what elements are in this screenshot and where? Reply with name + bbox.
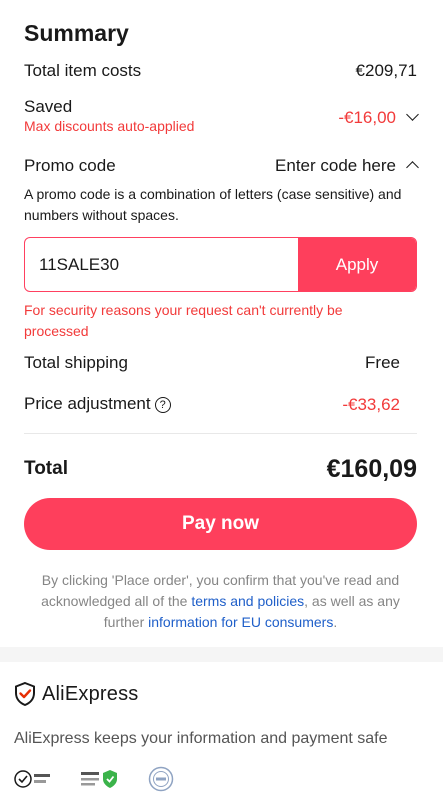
total-item-costs-value: €209,71 <box>355 61 417 80</box>
price-adjustment-label: Price adjustment <box>24 394 151 413</box>
order-disclaimer: By clicking 'Place order', you confirm t… <box>24 570 417 633</box>
promo-code-input[interactable] <box>25 238 299 291</box>
saved-label: Saved <box>24 97 73 116</box>
security-badges <box>14 766 202 792</box>
error-message: For security reasons your request can't … <box>24 302 343 339</box>
shield-check-icon <box>15 682 35 706</box>
promo-code-toggle[interactable]: Enter code here <box>275 156 419 176</box>
divider <box>24 433 417 434</box>
security-badge-icon <box>14 770 50 788</box>
chevron-down-icon <box>406 108 419 121</box>
chevron-up-icon <box>406 161 419 174</box>
disclaimer-text-post: . <box>333 614 338 630</box>
security-footer: AliExpress AliExpress keeps your informa… <box>0 662 443 800</box>
total-item-costs-label: Total item costs <box>24 61 142 80</box>
total-value: €160,09 <box>326 455 417 483</box>
certificate-badge-icon <box>81 770 117 788</box>
terms-and-policies-link[interactable]: terms and policies <box>191 593 304 609</box>
order-summary: Summary Total item costs €209,71 Saved M… <box>0 0 443 647</box>
summary-title: Summary <box>24 20 129 46</box>
promo-description: A promo code is a combination of letters… <box>24 186 402 223</box>
brand: AliExpress <box>14 682 138 706</box>
eu-consumer-info-link[interactable]: information for EU consumers <box>148 614 333 630</box>
price-adjustment-row: Price adjustment? <box>24 394 171 414</box>
apply-button[interactable]: Apply <box>298 238 416 291</box>
saved-row-toggle[interactable]: -€16,00 <box>338 108 419 128</box>
help-icon[interactable]: ? <box>154 397 171 413</box>
total-shipping-label: Total shipping <box>24 353 128 372</box>
pay-now-button[interactable]: Pay now <box>24 498 417 550</box>
price-adjustment-value: -€33,62 <box>342 395 400 414</box>
seal-badge-icon <box>148 766 174 792</box>
section-gap <box>0 647 443 662</box>
brand-name: AliExpress <box>42 682 139 705</box>
saved-value: -€16,00 <box>338 108 396 127</box>
total-shipping-value: Free <box>365 353 400 372</box>
saved-sub-label: Max discounts auto-applied <box>24 118 195 134</box>
promo-toggle-label: Enter code here <box>275 156 396 175</box>
security-statement: AliExpress keeps your information and pa… <box>14 730 388 747</box>
total-label: Total <box>24 458 68 479</box>
promo-code-label: Promo code <box>24 156 116 175</box>
promo-code-form: Apply <box>24 237 417 292</box>
